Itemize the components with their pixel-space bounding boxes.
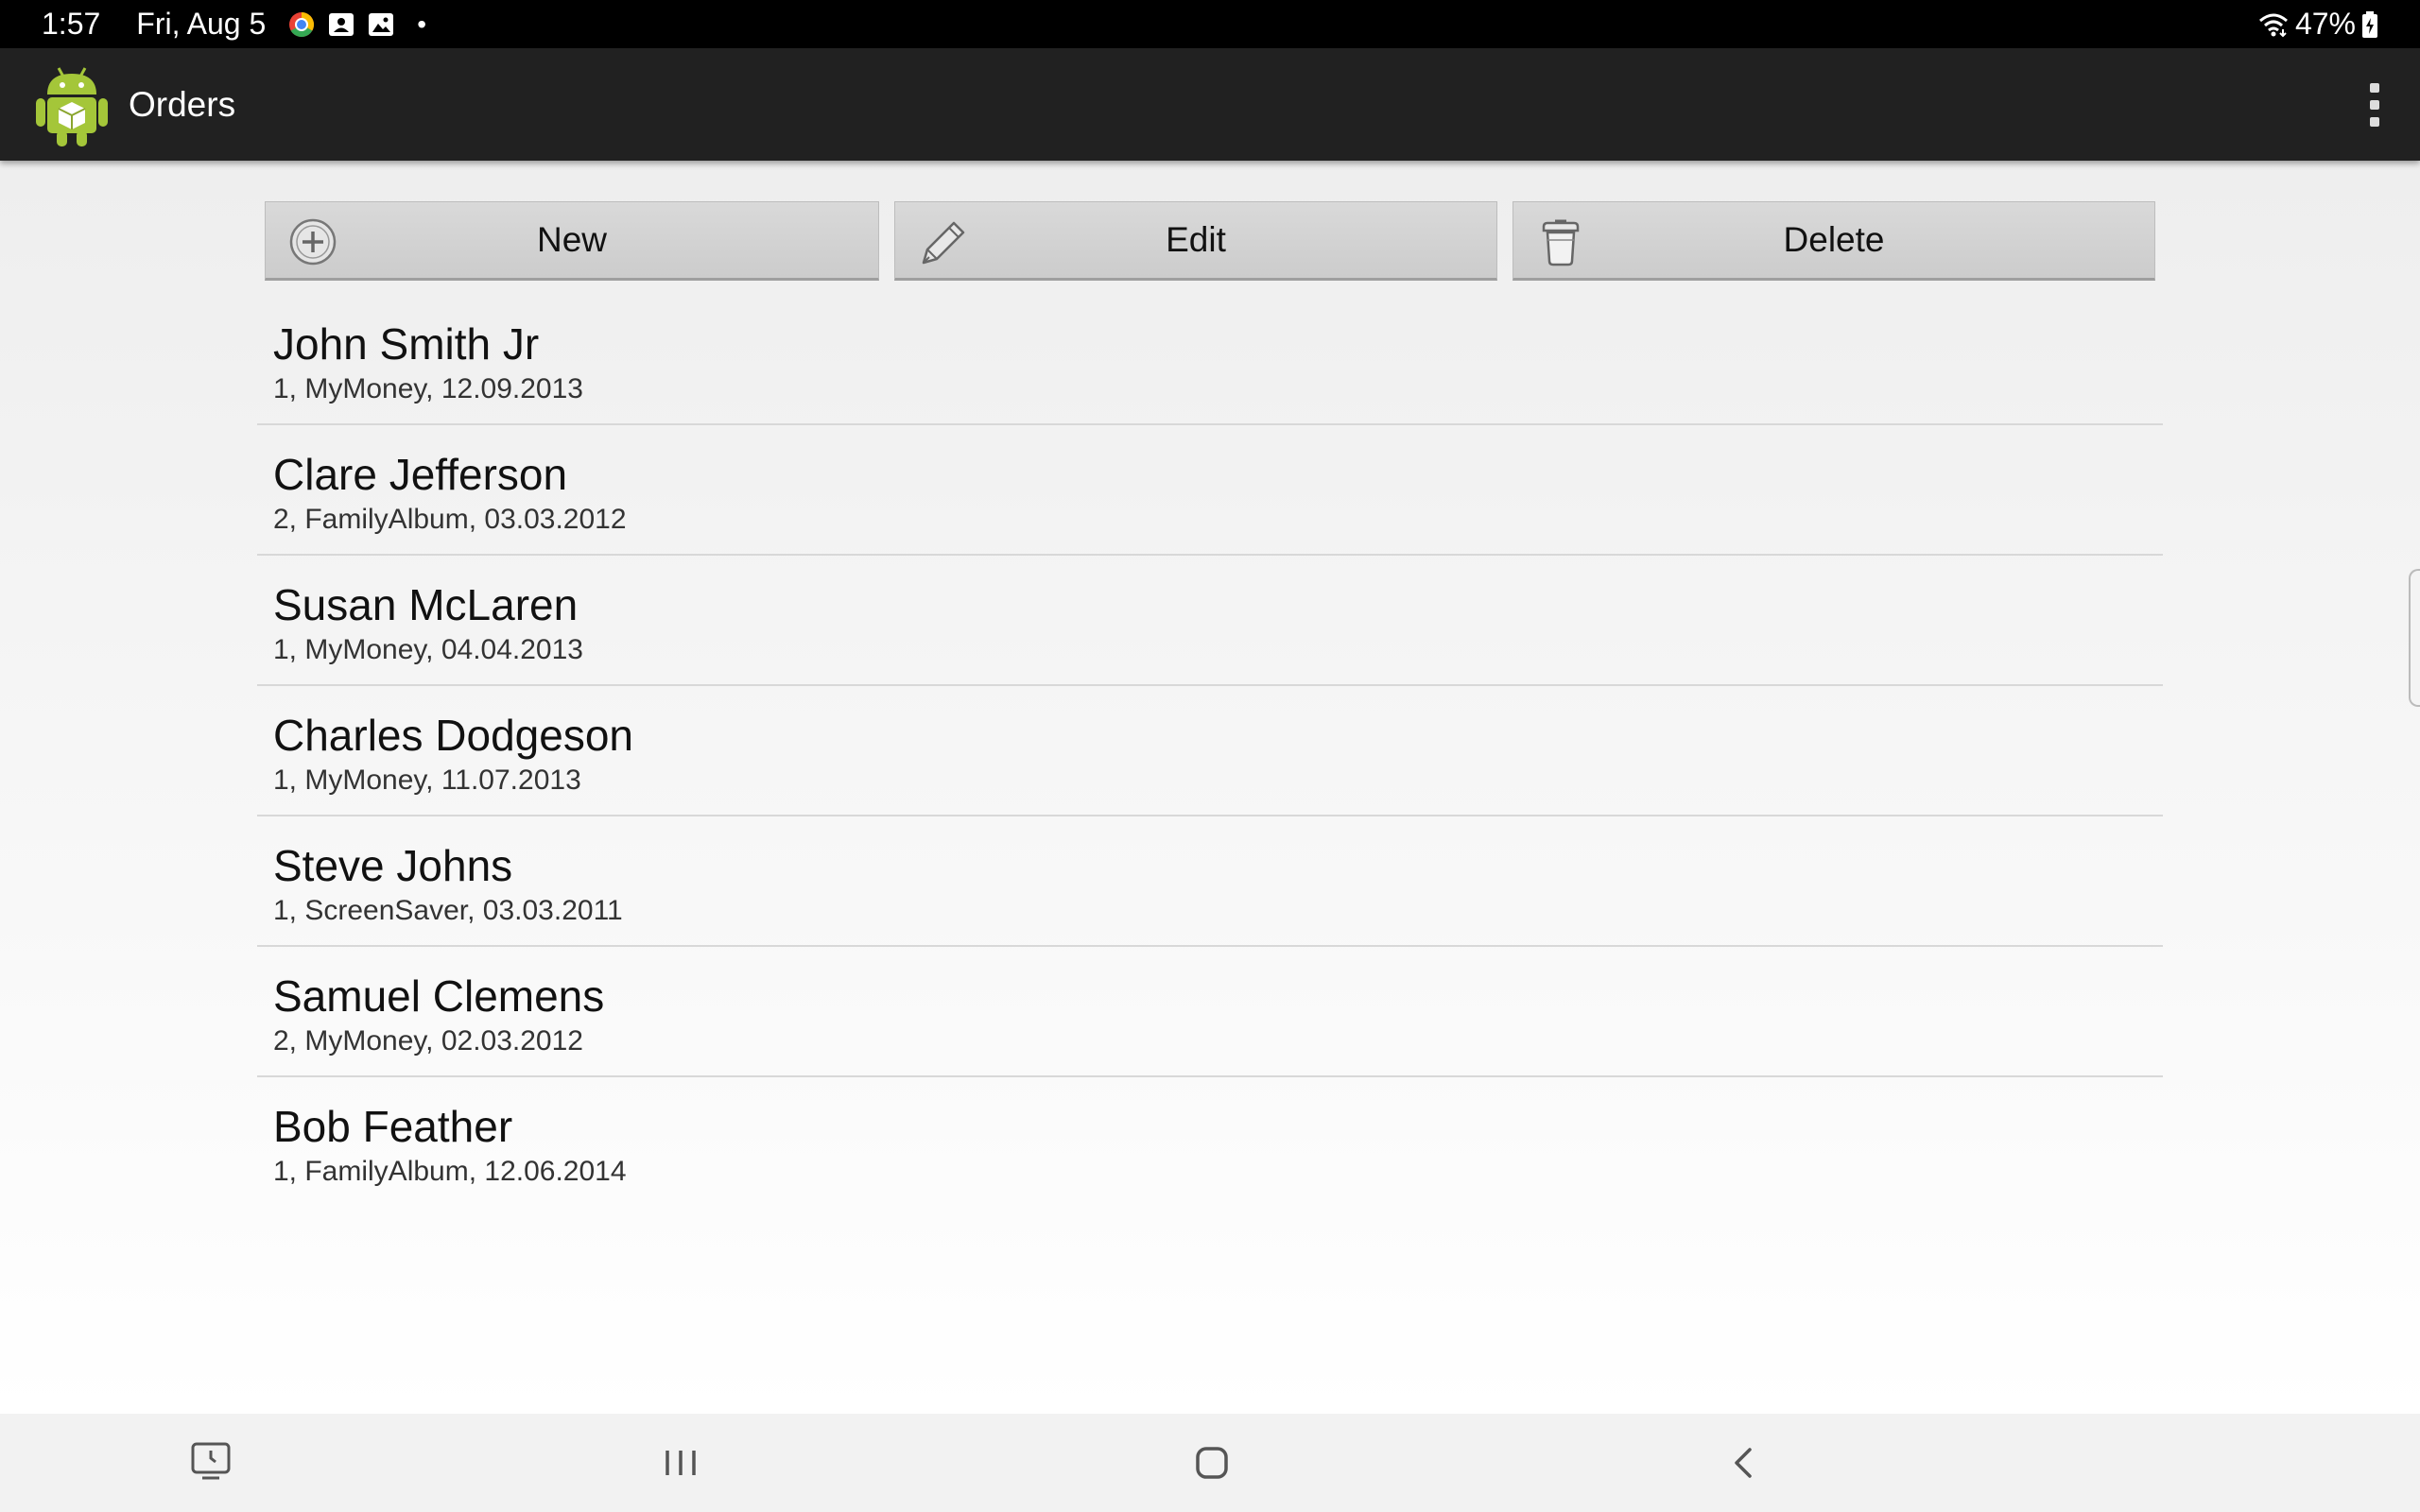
trash-can-icon [1542, 219, 1580, 266]
delete-button-label: Delete [1783, 220, 1885, 259]
toolbar: New Edit Delete [265, 201, 2155, 281]
order-row[interactable]: Steve Johns 1, ScreenSaver, 03.03.2011 [257, 816, 2163, 947]
home-icon[interactable] [1184, 1435, 1240, 1491]
pencil-icon [922, 221, 965, 265]
status-bar: 1:57 Fri, Aug 5 • 47% [0, 0, 2420, 48]
status-left: 1:57 Fri, Aug 5 • [0, 7, 426, 42]
order-customer-name: Clare Jefferson [273, 450, 568, 499]
wifi-icon [2258, 13, 2288, 37]
app-title: Orders [129, 84, 236, 124]
more-vert-icon [2370, 82, 2379, 93]
status-date: Fri, Aug 5 [136, 7, 267, 41]
android-package-icon [36, 66, 108, 146]
order-detail: 1, MyMoney, 12.09.2013 [273, 373, 583, 404]
order-customer-name: Susan McLaren [273, 580, 579, 629]
order-customer-name: John Smith Jr [273, 319, 540, 369]
order-customer-name: Bob Feather [273, 1102, 513, 1151]
edit-button-label: Edit [1166, 220, 1226, 259]
order-detail: 2, FamilyAlbum, 03.03.2012 [273, 504, 627, 535]
order-row[interactable]: Bob Feather 1, FamilyAlbum, 12.06.2014 [257, 1077, 2163, 1208]
order-customer-name: Samuel Clemens [273, 971, 605, 1021]
chrome-notification-icon [289, 11, 315, 37]
status-time: 1:57 [42, 7, 101, 41]
order-detail: 2, MyMoney, 02.03.2012 [273, 1025, 583, 1057]
delete-button[interactable]: Delete [1512, 201, 2155, 281]
back-icon[interactable] [1716, 1435, 1772, 1491]
notification-dot: • [417, 9, 427, 39]
content-area: New Edit Delete John Smith Jr 1, MyMoney… [0, 161, 2420, 1414]
gallery-icon [369, 12, 394, 36]
edge-panel-handle[interactable] [2409, 569, 2420, 707]
order-detail: 1, MyMoney, 04.04.2013 [273, 634, 583, 665]
contact-card-icon [329, 12, 354, 36]
new-button-label: New [536, 220, 608, 259]
screen-capture-icon[interactable] [185, 1435, 242, 1491]
order-detail: 1, ScreenSaver, 03.03.2011 [273, 895, 623, 926]
order-customer-name: Charles Dodgeson [273, 711, 634, 760]
recents-icon[interactable] [652, 1435, 709, 1491]
new-button[interactable]: New [265, 201, 879, 281]
order-list: John Smith Jr 1, MyMoney, 12.09.2013 Cla… [257, 295, 2163, 1208]
battery-charging-icon [2362, 10, 2377, 38]
action-bar: Orders [0, 48, 2420, 161]
overflow-menu-button[interactable] [2356, 77, 2394, 133]
battery-percent: 47% [2294, 7, 2356, 41]
order-detail: 1, FamilyAlbum, 12.06.2014 [273, 1156, 627, 1187]
order-detail: 1, MyMoney, 11.07.2013 [273, 765, 581, 796]
plus-circle-icon [289, 218, 337, 266]
edit-button[interactable]: Edit [894, 201, 1497, 281]
status-right: 47% [2257, 7, 2420, 42]
order-row[interactable]: Clare Jefferson 2, FamilyAlbum, 03.03.20… [257, 425, 2163, 556]
order-customer-name: Steve Johns [273, 841, 513, 890]
order-row[interactable]: Charles Dodgeson 1, MyMoney, 11.07.2013 [257, 686, 2163, 816]
navigation-bar [0, 1414, 2420, 1512]
order-row[interactable]: Samuel Clemens 2, MyMoney, 02.03.2012 [257, 947, 2163, 1077]
order-row[interactable]: Susan McLaren 1, MyMoney, 04.04.2013 [257, 556, 2163, 686]
order-row[interactable]: John Smith Jr 1, MyMoney, 12.09.2013 [257, 295, 2163, 425]
